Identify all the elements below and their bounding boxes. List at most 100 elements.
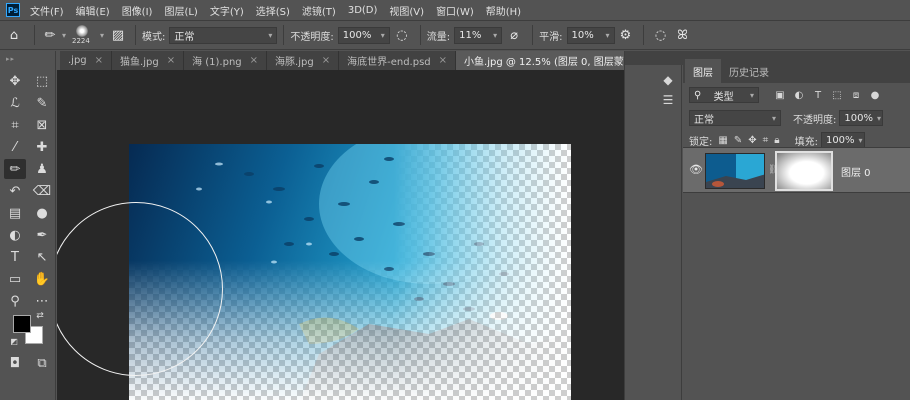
opacity-field[interactable]: 100% ▾ [337,26,390,44]
default-colors-icon[interactable]: ◩ [8,335,20,347]
layers-panel-icon[interactable]: ◆ [658,71,678,89]
adjustment-layer-filter-icon[interactable]: ◐ [792,89,806,101]
foreground-color-swatch[interactable] [13,315,31,333]
smoothing-value: 10% [571,29,594,41]
filter-toggle-icon[interactable]: ● [868,89,882,101]
flow-value: 11% [459,29,482,41]
menu-type[interactable]: 文字(Y) [210,3,244,18]
close-icon[interactable]: × [167,55,175,66]
home-icon[interactable]: ⌂ [0,28,28,43]
chevron-down-icon: ▾ [858,135,863,145]
gradient-tool-icon[interactable]: ▤ [4,203,26,223]
brush-settings-icon[interactable]: ▨ [107,28,129,43]
lock-transparent-pixels-icon[interactable]: ▦ [718,135,727,146]
eyedropper-tool-icon[interactable]: ⁄ [4,137,26,157]
menu-image[interactable]: 图像(I) [122,3,153,18]
menu-layer[interactable]: 图层(L) [164,3,197,18]
chevron-down-icon[interactable]: ▾ [97,31,107,40]
history-brush-tool-icon[interactable]: ↶ [4,181,26,201]
brush-preset-icon[interactable]: ✏ [41,28,59,43]
lock-all-icon[interactable]: 🔒︎ [774,135,779,146]
chevron-down-icon: ▾ [605,30,610,40]
type-tool-icon[interactable]: T [4,247,26,267]
adjustments-panel-icon[interactable]: ☰ [658,91,678,109]
more-tools-icon[interactable]: ⋯ [31,291,53,311]
lock-position-icon[interactable]: ✥ [748,135,756,146]
menu-view[interactable]: 视图(V) [389,3,424,18]
tab-layers[interactable]: 图层 [685,59,721,83]
smart-object-filter-icon[interactable]: ⧈ [849,89,863,101]
close-icon[interactable]: × [250,55,258,66]
type-layer-filter-icon[interactable]: T [811,89,825,101]
lasso-tool-icon[interactable]: ℒ [4,93,26,113]
menu-window[interactable]: 窗口(W) [436,3,474,18]
menu-file[interactable]: 文件(F) [30,3,64,18]
quick-mask-icon[interactable]: ◘ [4,353,26,373]
screen-mode-icon[interactable]: ⧉ [31,353,53,373]
layer-thumbnail[interactable] [705,153,765,189]
layer-fill-field[interactable]: 100% ▾ [820,132,865,148]
tab-document-4[interactable]: 海豚.jpg × [267,51,340,70]
hand-tool-icon[interactable]: ✋ [31,269,53,289]
crop-tool-icon[interactable]: ⌗ [4,115,26,135]
swap-colors-icon[interactable]: ⇄ [32,309,48,323]
shape-layer-filter-icon[interactable]: ⬚ [830,89,844,101]
eye-icon[interactable]: 👁︎ [689,163,703,176]
lock-artboard-icon[interactable]: ⌗ [763,135,769,146]
layer-row[interactable]: 👁︎ ⛓ 图层 0 [683,147,910,193]
path-select-tool-icon[interactable]: ↖ [31,247,53,267]
menu-3d[interactable]: 3D(D) [348,5,378,16]
close-icon[interactable]: × [322,55,330,66]
pixel-layer-filter-icon[interactable]: ▣ [773,89,787,101]
panel-grip-icon[interactable]: ▸▸ [6,55,15,63]
menu-help[interactable]: 帮助(H) [486,3,521,18]
tab-document-2[interactable]: 猫鱼.jpg × [112,51,185,70]
layer-opacity-field[interactable]: 100% ▾ [839,110,884,126]
close-icon[interactable]: × [439,55,447,66]
search-icon: ⚲ [694,89,702,101]
pressure-size-icon[interactable]: ◌ [650,28,672,43]
lock-image-pixels-icon[interactable]: ✎ [734,135,742,146]
tab-document-1[interactable]: .jpg × [60,51,113,70]
canvas-area[interactable] [57,70,624,400]
menu-select[interactable]: 选择(S) [256,3,290,18]
blur-tool-icon[interactable]: ● [31,203,53,223]
menu-filter[interactable]: 滤镜(T) [302,3,336,18]
pen-tool-icon[interactable]: ✒ [31,225,53,245]
menu-edit[interactable]: 编辑(E) [76,3,110,18]
flow-field[interactable]: 11% ▾ [454,26,503,44]
layer-fill-value: 100% [825,134,855,146]
layer-filter-select[interactable]: ⚲ 类型 ▾ [689,87,759,103]
opacity-label: 不透明度: [290,31,334,43]
shape-tool-icon[interactable]: ▭ [4,269,26,289]
brush-tool-icon[interactable]: ✏ [4,159,26,179]
brush-cursor-outline [57,202,223,376]
smoothing-field[interactable]: 10% ▾ [566,26,615,44]
tab-document-5[interactable]: 海底世界-end.psd × [339,51,457,70]
move-tool-icon[interactable]: ✥ [4,71,26,91]
dodge-tool-icon[interactable]: ◐ [4,225,26,245]
marquee-tool-icon[interactable]: ⬚ [31,71,53,91]
layer-name[interactable]: 图层 0 [841,164,871,179]
close-icon[interactable]: × [95,55,103,66]
tab-history[interactable]: 历史记录 [721,59,777,83]
symmetry-butterfly-icon[interactable]: ꕤ [672,28,694,43]
options-bar: ⌂ ✏ ▾ 2224 ▾ ▨ 模式: 正常 ▾ 不透明度: 100% ▾ ◌ 流量:… [0,20,910,50]
mode-select[interactable]: 正常 ▾ [169,26,278,44]
layer-mask-thumbnail[interactable] [775,151,833,191]
pressure-opacity-icon[interactable]: ◌ [390,28,414,43]
eraser-tool-icon[interactable]: ⌫ [31,181,53,201]
healing-tool-icon[interactable]: ✚ [31,137,53,157]
quick-select-tool-icon[interactable]: ✎ [31,93,53,113]
frame-tool-icon[interactable]: ⊠ [31,115,53,135]
layer-filter-row: ⚲ 类型 ▾ ▣ ◐ T ⬚ ⧈ ● [683,83,910,107]
blend-mode-select[interactable]: 正常 ▾ [689,110,781,126]
zoom-tool-icon[interactable]: ⚲ [4,291,26,311]
gear-icon[interactable]: ⚙ [615,28,637,43]
tab-document-3[interactable]: 海 (1).png × [184,51,268,70]
blend-opacity-row: 正常 ▾ 不透明度: 100% ▾ [683,107,910,129]
stamp-tool-icon[interactable]: ♟ [31,159,53,179]
chevron-down-icon[interactable]: ▾ [59,31,69,40]
brush-size-picker[interactable]: 2224 [69,22,97,48]
airbrush-icon[interactable]: ⌀ [502,28,526,43]
